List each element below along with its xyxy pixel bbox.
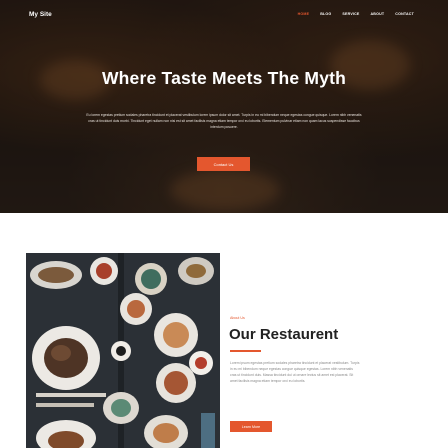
about-image xyxy=(26,253,220,448)
nav-item-blog[interactable]: BLOG xyxy=(320,12,331,16)
food-table-photo xyxy=(26,253,220,448)
nav-menu: HOME BLOG SERVICE ABOUT CONTACT xyxy=(298,12,414,16)
nav-item-contact[interactable]: CONTACT xyxy=(395,12,414,16)
nav-item-service[interactable]: SERVICE xyxy=(342,12,359,16)
navbar: My Site HOME BLOG SERVICE ABOUT CONTACT xyxy=(0,0,448,32)
learn-more-button[interactable]: Learn More xyxy=(230,421,272,432)
about-title: Our Restaurent xyxy=(229,326,339,343)
about-description: Lorem ipsum egestas pretium sodales phar… xyxy=(230,361,360,383)
nav-item-about[interactable]: ABOUT xyxy=(371,12,385,16)
title-divider xyxy=(230,350,261,352)
nav-item-home[interactable]: HOME xyxy=(298,12,310,16)
hero-description: Eu lorem egestas pretium sodales pharetr… xyxy=(86,113,362,129)
contact-us-button[interactable]: Contact Us xyxy=(197,157,250,171)
site-brand[interactable]: My Site xyxy=(29,11,52,18)
hero-title: Where Taste Meets The Myth xyxy=(101,68,347,88)
hero-section: My Site HOME BLOG SERVICE ABOUT CONTACT … xyxy=(0,0,448,213)
about-eyebrow: About Us xyxy=(230,316,245,320)
